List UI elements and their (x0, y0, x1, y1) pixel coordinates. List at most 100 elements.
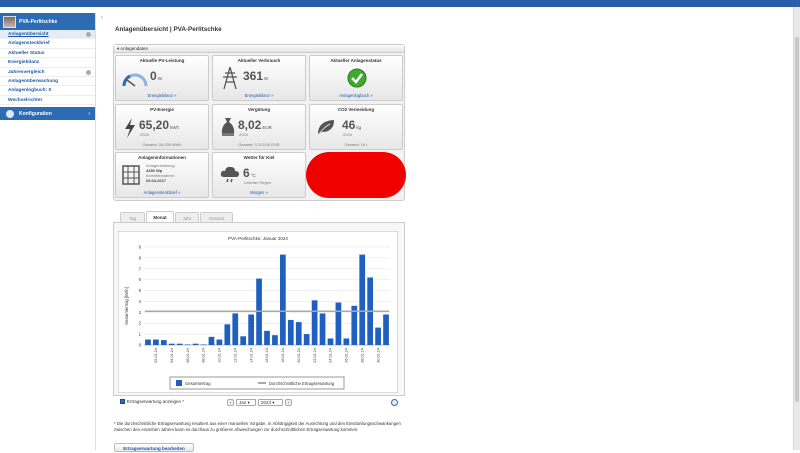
tile-title: Aktueller Verbrauch (237, 58, 281, 63)
sidebar-item-aktueller-status[interactable]: Aktueller Status (0, 49, 95, 59)
bar-18.01.24[interactable] (280, 254, 286, 345)
bar-21.01.24[interactable] (303, 334, 310, 345)
scrollbar-thumb[interactable] (795, 37, 799, 402)
sidebar-item-label: Anlagenüberwachung (8, 78, 59, 84)
energy-total: Gesamt: 26,039 MWh (142, 142, 182, 147)
tile-title: Aktueller Anlagenstatus (330, 58, 382, 63)
page-scrollbar[interactable] (793, 7, 800, 450)
month-select[interactable]: Jan ▾ (236, 399, 256, 406)
sidebar-header[interactable]: PVA-Perlitschke (0, 13, 95, 30)
chevron-right-icon: › (88, 110, 90, 117)
legend-swatch-gesamtertrag (176, 380, 182, 386)
weather-description: Leichter Regen (244, 180, 272, 185)
bar-07.01.24[interactable] (192, 343, 199, 345)
tile-co2: CO2 Vermeidung 46kg 2024 Gesamt: 19 t (309, 104, 403, 150)
x-tick-label: 16.01.24 (265, 348, 269, 363)
co2-total: Gesamt: 19 t (344, 142, 368, 147)
bar-16.01.24[interactable] (264, 330, 270, 345)
sidebar-item-konfiguration[interactable]: Konfiguration › (0, 107, 95, 121)
sidebar-title: PVA-Perlitschke (19, 18, 58, 25)
bar-10.01.24[interactable] (216, 339, 223, 345)
x-tick-label: 02.01.24 (154, 348, 158, 363)
x-tick-label: 14.01.24 (249, 348, 253, 363)
bar-22.01.24[interactable] (311, 300, 318, 345)
bar-09.01.24[interactable] (208, 336, 215, 345)
sidebar-item-anlagenuebersicht[interactable]: Anlagenübersicht (0, 30, 95, 40)
gear-icon (6, 109, 14, 118)
bar-01.01.24[interactable] (145, 339, 151, 345)
bar-05.01.24[interactable] (176, 343, 183, 345)
collapse-sidebar-button[interactable]: ‹ (97, 13, 107, 23)
weather-tomorrow-link[interactable]: Morgen » (213, 190, 305, 195)
bar-20.01.24[interactable] (295, 322, 302, 345)
gauge-icon (122, 73, 148, 87)
x-tick-label: 30.01.24 (376, 348, 380, 363)
x-tick-label: 24.01.24 (329, 348, 333, 363)
bar-31.01.24[interactable] (383, 314, 389, 345)
prev-month-button[interactable]: ‹ (227, 399, 234, 406)
x-tick-label: 26.01.24 (345, 348, 349, 363)
sidebar-item-energiebilanz[interactable]: Energiebilanz (0, 58, 95, 68)
yield-chart: PVA-Perlitschke: Januar 2024 Gesamtertra… (118, 231, 398, 393)
bar-12.01.24[interactable] (232, 313, 239, 345)
top-bar (0, 0, 800, 7)
bar-19.01.24[interactable] (287, 319, 294, 345)
sidebar-item-wechselrichter[interactable]: Wechselrichter (0, 96, 95, 106)
bar-25.01.24[interactable] (335, 302, 342, 345)
sidebar-item-jahresvergleich[interactable]: Jahresvergleich (0, 68, 95, 77)
bar-13.01.24[interactable] (240, 336, 247, 345)
sidebar-item-label: Energiebilanz (8, 60, 40, 66)
expectation-checkbox[interactable] (120, 399, 125, 405)
bar-03.01.24[interactable] (160, 340, 167, 345)
energiebilanz-link[interactable]: Energiebilanz » (213, 93, 305, 98)
bar-14.01.24[interactable] (248, 314, 254, 345)
anlagenlogbuch-link[interactable]: Anlagenlogbuch » (310, 93, 402, 98)
energy-value: 65,20kWh (139, 118, 180, 132)
payment-year: 2024 (239, 132, 248, 137)
x-tick-label: 04.01.24 (170, 348, 174, 363)
rain-cloud-icon (220, 166, 239, 183)
money-bag-icon (221, 118, 235, 136)
x-tick-label: 22.01.24 (313, 348, 317, 363)
tile-consumption: Aktueller Verbrauch 361W Energiebilanz » (212, 55, 306, 101)
bar-28.01.24[interactable] (359, 254, 366, 345)
export-icon[interactable] (391, 399, 398, 406)
next-month-button[interactable]: › (285, 399, 292, 406)
bar-26.01.24[interactable] (343, 338, 350, 345)
bar-24.01.24[interactable] (327, 338, 334, 345)
year-select[interactable]: 2024 ▾ (258, 399, 283, 406)
sidebar-item-label: Wechselrichter (8, 97, 43, 103)
tile-pv-power: Aktuelle PV-Leistung 0W Energiebilanz » (115, 55, 209, 101)
co2-value: 46kg (342, 118, 362, 132)
legend-swatch-expectation (258, 382, 266, 384)
bar-17.01.24[interactable] (272, 335, 278, 345)
sidebar-item-label: Konfiguration (19, 110, 52, 117)
sidebar-item-anlagensteckbrief[interactable]: Anlagensteckbrief (0, 39, 95, 49)
leaf-icon (318, 120, 334, 135)
expectation-checkbox-label: Ertragserwartung anzeigen * (127, 399, 185, 404)
tile-payment: Vergütung 8,02EUR 2024 Gesamt: 3.313,00 … (212, 104, 306, 150)
energiebilanz-link[interactable]: Energiebilanz » (116, 93, 208, 98)
tile-weather: Wetter für Kiel 6°C Leichter Regen Morge… (212, 152, 306, 198)
sidebar-item-label: Anlagenübersicht (8, 32, 49, 37)
edit-expectation-button[interactable]: Ertragserwartung bearbeiten (114, 443, 194, 452)
panel-header[interactable]: ▾ Anlagendaten (114, 45, 404, 53)
bar-08.01.24[interactable] (200, 344, 207, 345)
tile-title: Vergütung (247, 107, 271, 112)
anlagensteckbrief-link[interactable]: Anlagensteckbrief » (116, 190, 208, 195)
bar-30.01.24[interactable] (375, 327, 381, 345)
bar-11.01.24[interactable] (224, 324, 231, 345)
x-tick-label: 06.01.24 (186, 348, 190, 363)
payment-value: 8,02EUR (238, 118, 272, 132)
x-tick-label: 10.01.24 (218, 348, 222, 363)
bar-23.01.24[interactable] (319, 313, 326, 345)
info-icon (86, 69, 91, 75)
lightning-icon (125, 118, 135, 138)
weather-temp: 6°C (243, 166, 256, 180)
bar-04.01.24[interactable] (168, 343, 175, 345)
bar-02.01.24[interactable] (153, 339, 159, 345)
sidebar-item-anlagenlogbuch[interactable]: Anlagenlogbuch: 0 (0, 86, 95, 96)
bar-06.01.24[interactable] (184, 344, 191, 345)
sidebar-item-anlagenueberwachung[interactable]: Anlagenüberwachung (0, 77, 95, 87)
tile-pv-energy: PV-Energie 65,20kWh 2024 Gesamt: 26,039 … (115, 104, 209, 150)
